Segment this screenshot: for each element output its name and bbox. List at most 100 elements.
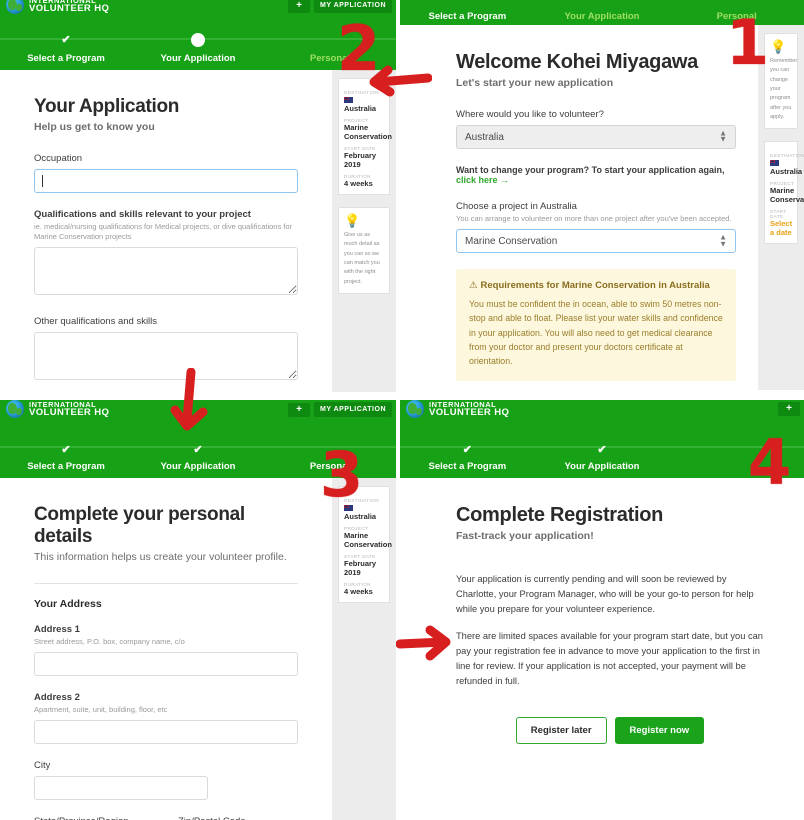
page-subtitle: Fast-track your application! bbox=[456, 530, 594, 542]
add-application-button[interactable]: + bbox=[778, 402, 800, 416]
step-label: Personal bbox=[309, 53, 351, 64]
project-select[interactable]: Marine Conservation bbox=[456, 229, 736, 254]
qualifications-label: Qualifications and skills relevant to yo… bbox=[34, 209, 251, 220]
step-select-a-program[interactable]: Select a Program bbox=[400, 11, 535, 22]
duration-value: 4 weeks bbox=[344, 587, 373, 596]
country-select[interactable]: Australia bbox=[456, 125, 736, 149]
city-input[interactable] bbox=[34, 776, 209, 801]
start-value: Select a date bbox=[770, 219, 793, 238]
destination-value: Australia bbox=[344, 95, 384, 113]
check-icon bbox=[191, 443, 205, 457]
step-label: Select a Program bbox=[27, 53, 105, 64]
other-qualifications-textarea[interactable] bbox=[34, 332, 298, 381]
step-label: Select a Program bbox=[428, 461, 507, 472]
section-divider bbox=[34, 583, 298, 584]
register-now-button[interactable]: Register now bbox=[614, 717, 705, 745]
step-your-application[interactable]: Your Application bbox=[535, 461, 670, 472]
step-select-a-program[interactable]: Select a Program bbox=[0, 53, 132, 64]
project-select-wrap: Marine Conservation ▲ ▼ bbox=[456, 229, 736, 254]
zip-field-group: Zip/Postal Code bbox=[178, 816, 298, 820]
start-value: February 2019 bbox=[344, 151, 377, 169]
occupation-input[interactable] bbox=[34, 169, 298, 193]
pending-step-dot-icon bbox=[323, 33, 337, 47]
project-label: Choose a project in Australia bbox=[456, 201, 577, 212]
step-personal[interactable]: Personal bbox=[669, 11, 804, 22]
address1-input[interactable] bbox=[34, 652, 298, 677]
country-select-wrap: Australia ▲ ▼ bbox=[456, 125, 736, 149]
top-right-actions: + MY APPLICATION bbox=[288, 0, 392, 13]
tip-text: Give us as much detail as you can so we … bbox=[344, 232, 380, 285]
destination-value: Australia bbox=[770, 158, 802, 176]
change-program-text: Want to change your program? To start yo… bbox=[456, 165, 725, 175]
page-title: Your Application bbox=[34, 96, 180, 117]
brand-logo[interactable]: INTERNATIONAL VOLUNTEER HQ bbox=[6, 400, 109, 418]
step-personal[interactable]: Personal bbox=[264, 53, 396, 64]
destination-text: Australia bbox=[344, 104, 377, 113]
address2-input[interactable] bbox=[34, 720, 298, 745]
page-subtitle: This information helps us create your vo… bbox=[34, 551, 287, 563]
qualifications-textarea[interactable] bbox=[34, 247, 298, 296]
add-application-button[interactable]: + bbox=[288, 0, 311, 13]
project-hint: You can arrange to volunteer on more tha… bbox=[456, 214, 732, 223]
page-title: Complete your personal details bbox=[34, 504, 245, 547]
step-label: Select a Program bbox=[428, 11, 507, 22]
duration-value: 4 weeks bbox=[344, 179, 373, 188]
brand-logo[interactable]: INTERNATIONAL VOLUNTEER HQ bbox=[406, 400, 509, 418]
add-application-button[interactable]: + bbox=[288, 402, 311, 417]
app-top-bar: INTERNATIONAL VOLUNTEER HQ + MY APPLICAT… bbox=[0, 0, 396, 16]
application-summary-card: DESTINATION Australia PROJECT Marine Con… bbox=[338, 78, 392, 195]
brand-line-2: VOLUNTEER HQ bbox=[29, 3, 110, 15]
application-summary-card: DESTINATION Australia PROJECT Marine Con… bbox=[338, 486, 392, 603]
alert-body: You must be confident the in ocean, able… bbox=[469, 299, 723, 367]
screenshot-collage: INTERNATIONAL VOLUNTEER HQ + MY APPLICAT… bbox=[0, 0, 804, 820]
other-qualifications-label: Other qualifications and skills bbox=[34, 316, 158, 328]
step-select-a-program[interactable]: Select a Program bbox=[400, 461, 535, 472]
step-your-application[interactable]: Your Application bbox=[535, 11, 670, 22]
progress-stepper: Select a Program Your Application Person… bbox=[400, 0, 804, 25]
start-value: February 2019 bbox=[344, 559, 377, 577]
project-value: Marine Conservation bbox=[344, 123, 392, 141]
globe-icon bbox=[406, 400, 424, 418]
change-program-link[interactable]: click here → bbox=[456, 175, 509, 185]
register-later-button[interactable]: Register later bbox=[515, 717, 607, 745]
address2-field-group: Address 2 Apartment, suite, unit, buildi… bbox=[34, 692, 298, 745]
address2-hint: Apartment, suite, unit, building, floor,… bbox=[34, 705, 168, 715]
my-application-button[interactable]: MY APPLICATION bbox=[314, 0, 392, 13]
alert-title: ⚠ Requirements for Marine Conservation in… bbox=[469, 280, 723, 291]
step-your-application[interactable]: Your Application bbox=[132, 33, 264, 64]
progress-stepper: Select a Program Your Application bbox=[400, 422, 804, 478]
step-label: Select a Program bbox=[27, 461, 105, 472]
form-content: Your Application Help us get to know you… bbox=[0, 70, 332, 392]
alert-title-text: Requirements for Marine Conservation in … bbox=[480, 280, 710, 292]
my-application-button[interactable]: MY APPLICATION bbox=[314, 402, 392, 417]
destination-text: Australia bbox=[344, 512, 377, 521]
australia-flag-icon bbox=[344, 505, 353, 512]
step-your-application[interactable]: Your Application bbox=[132, 461, 264, 472]
registration-actions: Register later Register now bbox=[456, 717, 764, 745]
registration-fee-paragraph: There are limited spaces available for y… bbox=[456, 631, 763, 687]
page-subtitle: Let's start your new application bbox=[456, 77, 614, 89]
start-key: START DATE bbox=[770, 209, 787, 220]
state-label: State/Province/Region bbox=[34, 816, 154, 820]
panel-select-a-program: Select a Program Your Application Person… bbox=[400, 0, 804, 390]
progress-stepper: Select a Program Your Application Person… bbox=[0, 16, 396, 70]
app-top-bar: INTERNATIONAL VOLUNTEER HQ + bbox=[400, 400, 804, 422]
step-label: Personal bbox=[716, 11, 757, 22]
application-summary-card: DESTINATION Australia PROJECT Marine Con… bbox=[764, 141, 804, 245]
check-icon bbox=[59, 33, 73, 47]
form-content: Complete Registration Fast-track your ap… bbox=[400, 478, 804, 820]
brand-line-2: VOLUNTEER HQ bbox=[29, 407, 110, 419]
step-personal[interactable]: Personal bbox=[264, 461, 396, 472]
destination-value: Australia bbox=[344, 503, 384, 521]
destination-text: Australia bbox=[770, 167, 803, 177]
australia-flag-icon bbox=[770, 160, 779, 167]
warning-icon: ⚠ bbox=[469, 280, 478, 292]
step-select-a-program[interactable]: Select a Program bbox=[0, 461, 132, 472]
step-label: Your Application bbox=[160, 461, 236, 472]
check-icon bbox=[595, 443, 609, 457]
form-content: Welcome Kohei Miyagawa Let's start your … bbox=[400, 25, 758, 390]
change-program-line: Want to change your program? To start yo… bbox=[456, 165, 736, 185]
lightbulb-icon: 💡 bbox=[770, 39, 787, 54]
brand-logo[interactable]: INTERNATIONAL VOLUNTEER HQ bbox=[6, 0, 109, 14]
lightbulb-icon: 💡 bbox=[344, 213, 361, 228]
